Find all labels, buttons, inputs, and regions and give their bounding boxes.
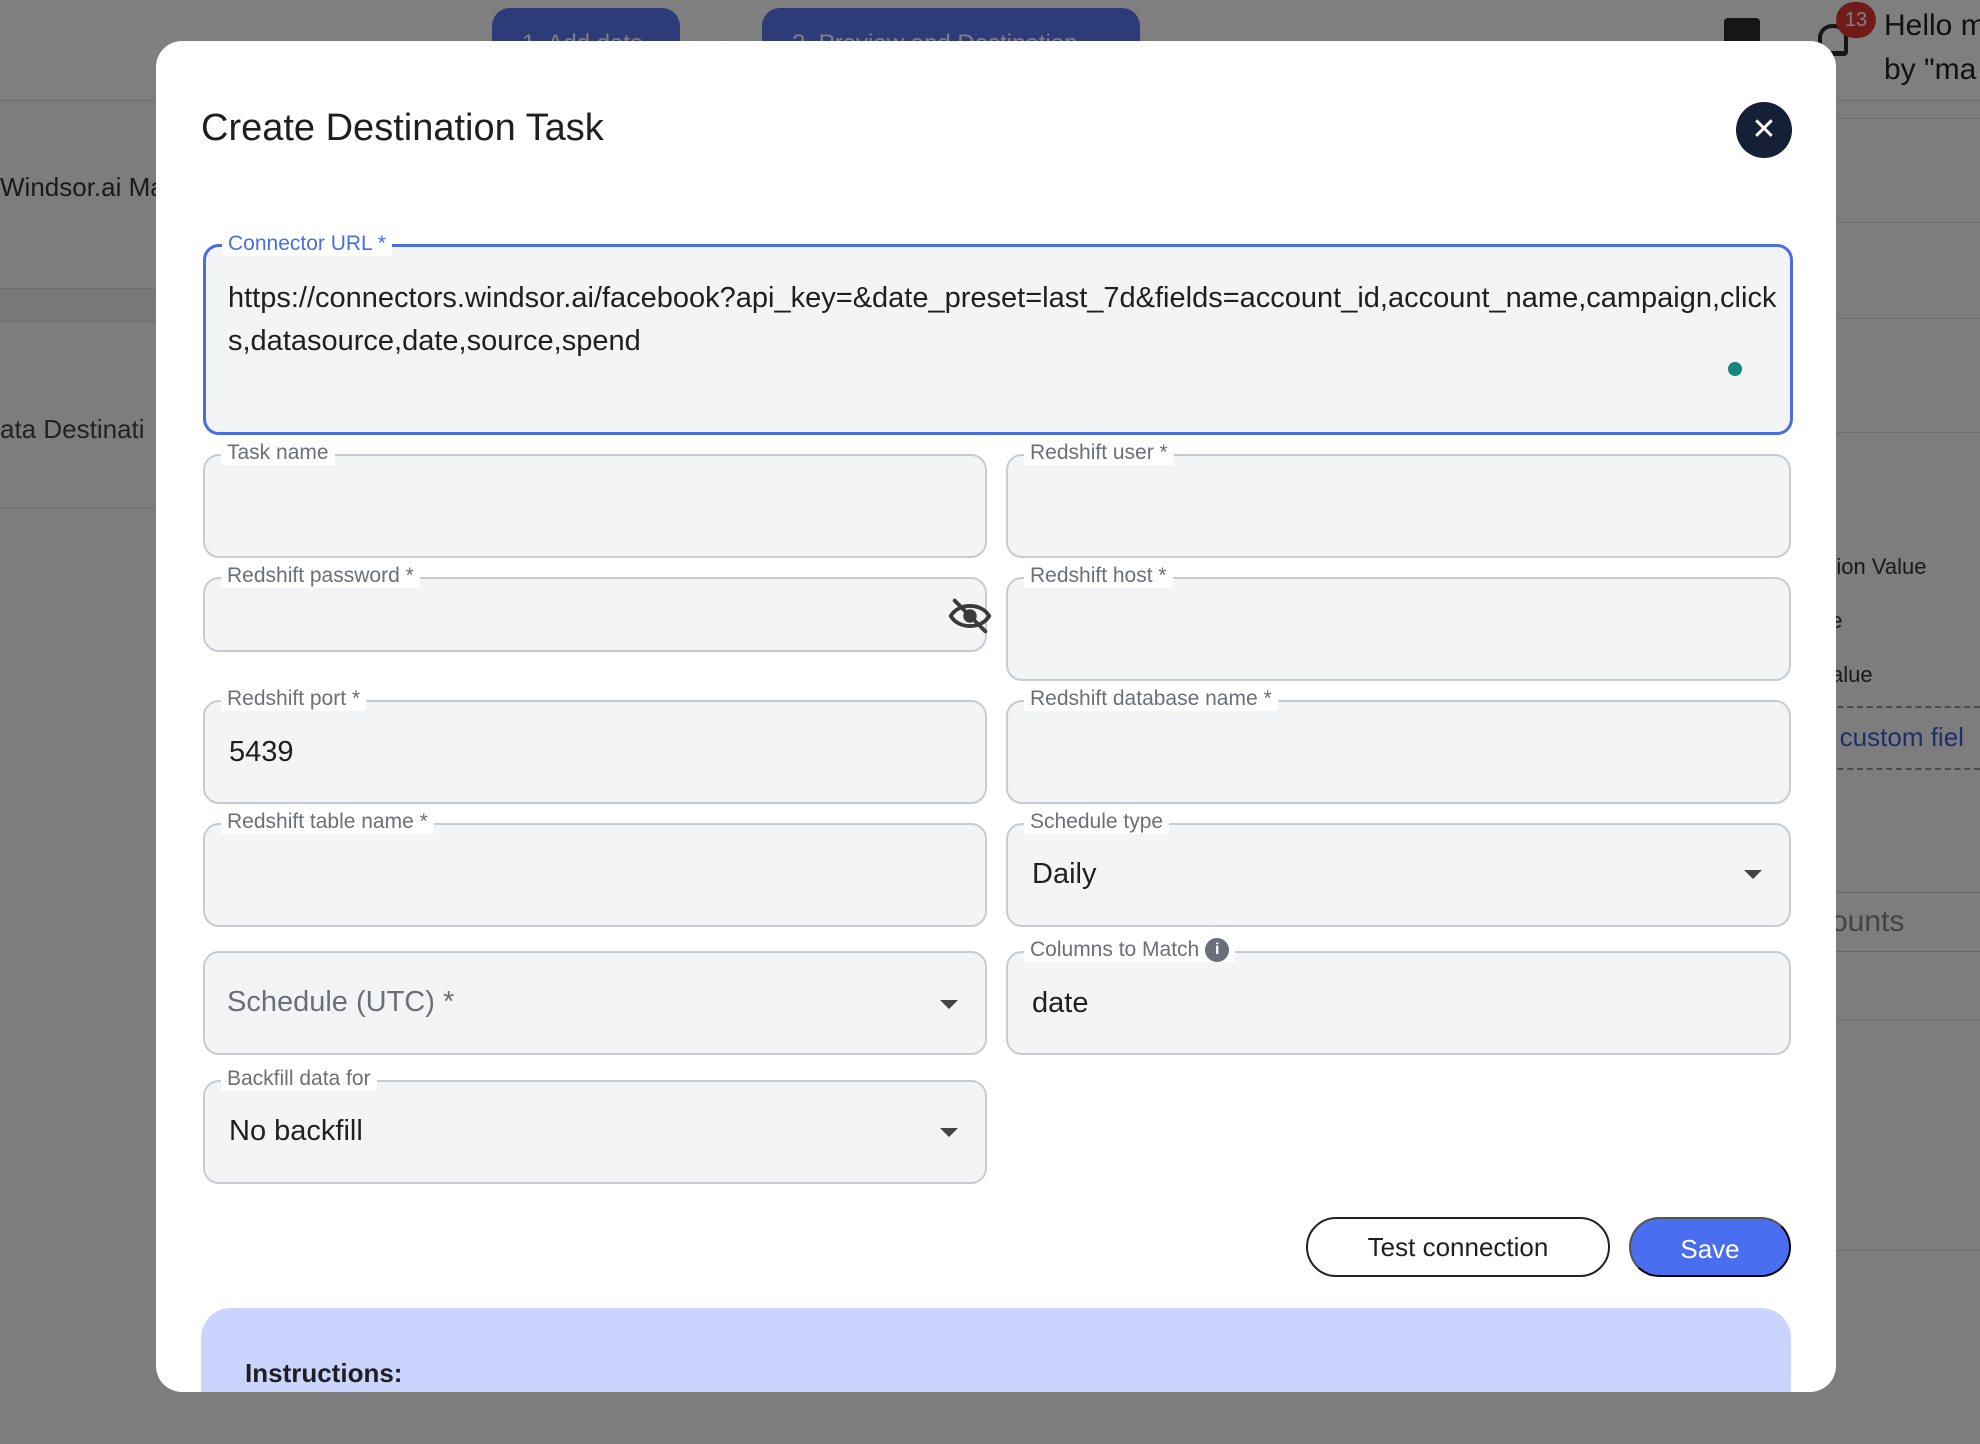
redshift-database-label: Redshift database name *: [1024, 687, 1278, 711]
info-icon[interactable]: i: [1205, 938, 1230, 962]
close-icon: ✕: [1751, 113, 1777, 146]
schedule-utc-select[interactable]: Schedule (UTC) *: [203, 951, 987, 1055]
redshift-database-field[interactable]: Redshift database name *: [1006, 687, 1791, 804]
status-dot-icon: [1728, 362, 1742, 376]
dialog-title: Create Destination Task: [201, 107, 604, 149]
close-button[interactable]: ✕: [1736, 102, 1792, 158]
schedule-utc-placeholder: Schedule (UTC) *: [227, 986, 455, 1018]
schedule-type-label: Schedule type: [1024, 810, 1170, 834]
redshift-table-label: Redshift table name *: [221, 810, 434, 834]
connector-url-input[interactable]: https://connectors.windsor.ai/facebook?a…: [228, 277, 1798, 363]
chevron-down-icon[interactable]: [940, 1000, 958, 1009]
eye-off-icon[interactable]: [947, 593, 993, 639]
columns-to-match-label: Columns to Match i: [1024, 938, 1236, 962]
redshift-user-field[interactable]: Redshift user *: [1006, 441, 1791, 558]
redshift-host-field[interactable]: Redshift host *: [1006, 564, 1791, 681]
backfill-select[interactable]: Backfill data for No backfill: [203, 1067, 987, 1184]
redshift-host-label: Redshift host *: [1024, 564, 1173, 588]
schedule-type-value: Daily: [1032, 858, 1097, 890]
redshift-port-label: Redshift port *: [221, 687, 367, 711]
connector-url-label: Connector URL *: [222, 232, 392, 256]
redshift-password-label: Redshift password *: [221, 564, 420, 588]
backfill-label: Backfill data for: [221, 1067, 377, 1091]
task-name-field[interactable]: Task name: [203, 441, 987, 558]
columns-to-match-field[interactable]: Columns to Match i date: [1006, 938, 1791, 1055]
backfill-value: No backfill: [229, 1115, 363, 1147]
test-connection-button[interactable]: Test connection: [1306, 1217, 1610, 1277]
redshift-table-field[interactable]: Redshift table name *: [203, 810, 987, 927]
instructions-title: Instructions:: [245, 1358, 403, 1388]
redshift-port-input[interactable]: 5439: [229, 736, 294, 769]
save-button[interactable]: Save: [1629, 1217, 1791, 1277]
chevron-down-icon[interactable]: [1744, 870, 1762, 879]
columns-to-match-label-text: Columns to Match: [1030, 938, 1200, 961]
redshift-user-label: Redshift user *: [1024, 441, 1174, 465]
instructions-panel: Instructions:: [201, 1308, 1791, 1392]
schedule-type-select[interactable]: Schedule type Daily: [1006, 810, 1791, 927]
chevron-down-icon[interactable]: [940, 1128, 958, 1137]
task-name-label: Task name: [221, 441, 335, 465]
create-destination-task-dialog: Create Destination Task ✕ Connector URL …: [156, 41, 1836, 1392]
connector-url-field[interactable]: Connector URL * https://connectors.winds…: [203, 232, 1793, 435]
columns-to-match-input[interactable]: date: [1032, 987, 1088, 1020]
redshift-password-field[interactable]: Redshift password *: [203, 564, 992, 652]
redshift-port-field[interactable]: Redshift port * 5439: [203, 687, 987, 804]
